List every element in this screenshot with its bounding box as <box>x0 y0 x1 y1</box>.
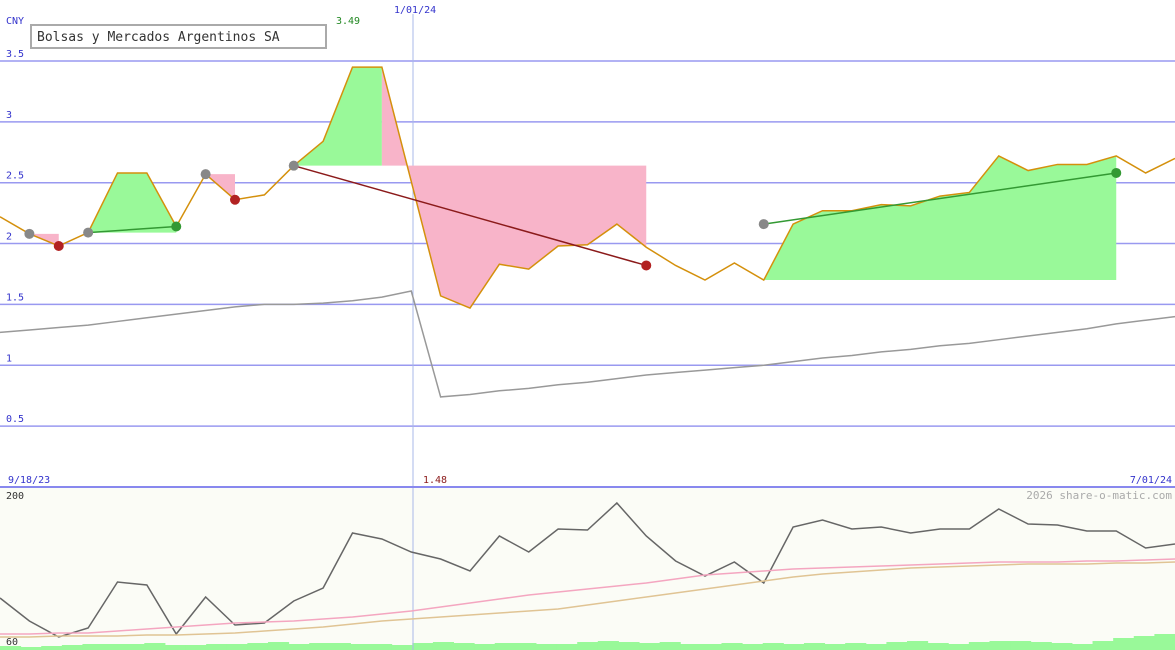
volume-bar <box>103 644 125 650</box>
y-tick-label: 0.5 <box>6 414 24 425</box>
volume-bar <box>618 642 640 650</box>
signal-marker-neutral <box>24 228 35 239</box>
volume-bar <box>1154 634 1175 650</box>
volume-bar <box>886 642 908 650</box>
volume-bar <box>206 644 228 650</box>
signal-marker-neutral <box>83 227 94 238</box>
y-tick-label: 3 <box>6 110 12 121</box>
volume-bar <box>927 643 949 650</box>
volume-bar <box>453 643 475 650</box>
volume-bar <box>515 643 537 650</box>
signal-marker-buy <box>171 221 182 232</box>
volume-bar <box>989 641 1011 650</box>
y-tick-label: 2 <box>6 232 12 243</box>
volume-bar <box>845 643 867 650</box>
volume-bar <box>680 644 702 650</box>
volume-bar <box>783 644 805 650</box>
volume-bar <box>1092 641 1114 650</box>
indicator-background <box>0 488 1175 650</box>
volume-bar <box>474 644 496 650</box>
volume-bar <box>329 643 351 650</box>
volume-bar <box>948 644 970 650</box>
indicator-panel: 200 60 2026 share-o-matic.com <box>0 488 1175 650</box>
volume-bar <box>968 642 990 650</box>
volume-bar <box>164 645 187 650</box>
volume-bar <box>907 641 929 650</box>
volume-bar <box>803 643 826 650</box>
y-tick-labels: 3.5 3 2.5 2 1.5 1 0.5 <box>6 49 24 425</box>
y-tick-label: 1.5 <box>6 292 24 303</box>
signal-marker-neutral <box>200 169 211 180</box>
volume-bar <box>742 644 764 650</box>
y-tick-label: 2.5 <box>6 171 24 182</box>
volume-bar <box>61 645 83 650</box>
volume-bar <box>412 643 434 650</box>
volume-bar <box>1133 636 1155 650</box>
x-end-label: 7/01/24 <box>1130 475 1172 486</box>
signal-fill-area <box>293 67 382 166</box>
volume-bar <box>721 643 743 650</box>
volume-bar <box>432 642 455 650</box>
signal-marker-sell <box>53 240 64 251</box>
min-price-label: 1.48 <box>423 475 447 486</box>
volume-bar <box>577 642 599 650</box>
currency-label: CNY <box>6 16 24 27</box>
volume-bar <box>865 644 887 650</box>
max-price-label: 3.49 <box>336 16 360 27</box>
y-tick-label: 3.5 <box>6 49 24 60</box>
volume-bar <box>556 644 578 650</box>
y-tick-label: 1 <box>6 353 12 364</box>
volume-bar <box>226 644 248 650</box>
signal-marker-sell <box>230 194 240 205</box>
signal-marker-neutral <box>758 219 769 230</box>
volume-bar <box>144 643 166 650</box>
volume-bar <box>824 644 846 650</box>
volume-bar <box>350 644 372 650</box>
x-start-label: 9/18/23 <box>8 475 50 486</box>
indicator-top-label: 200 <box>6 491 24 502</box>
volume-bar <box>41 646 63 650</box>
signal-fill-area <box>381 67 647 309</box>
volume-bar <box>185 645 207 650</box>
volume-bar <box>1113 638 1135 650</box>
watermark: 2026 share-o-matic.com <box>1026 489 1172 502</box>
volume-bar <box>1030 642 1052 650</box>
title-box: Bolsas y Mercados Argentinos SA <box>30 24 327 49</box>
moving-average-line <box>0 290 1175 398</box>
indicator-bottom-label: 60 <box>6 637 18 648</box>
volume-bar <box>82 644 104 650</box>
signal-fills <box>29 67 1117 309</box>
signal-marker-sell <box>641 260 652 271</box>
volume-bar <box>123 644 145 650</box>
chart: 3.5 3 2.5 2 1.5 1 0.5 CNY Bolsas y Mercados Ar… <box>0 5 1175 650</box>
volume-bar <box>267 642 290 650</box>
volume-bar <box>700 644 722 650</box>
chart-title: Bolsas y Mercados Argentinos SA <box>37 30 280 45</box>
volume-bar <box>371 644 393 650</box>
volume-bar <box>762 643 784 650</box>
volume-bar <box>1071 644 1094 650</box>
volume-bar <box>639 643 661 650</box>
signal-fill-area <box>763 155 1117 281</box>
volume-bar <box>1051 643 1073 650</box>
volume-bar <box>494 643 516 650</box>
volume-bar <box>597 641 619 650</box>
volume-bar <box>391 645 413 650</box>
volume-bar <box>659 642 681 650</box>
volume-bar <box>247 643 269 650</box>
volume-bar <box>288 644 310 650</box>
volume-bar <box>309 643 331 650</box>
volume-bar <box>1010 641 1032 650</box>
date-marker-label: 1/01/24 <box>394 5 436 16</box>
volume-bar <box>535 644 558 650</box>
signal-marker-buy <box>1111 167 1122 178</box>
signal-marker-neutral <box>288 160 299 171</box>
